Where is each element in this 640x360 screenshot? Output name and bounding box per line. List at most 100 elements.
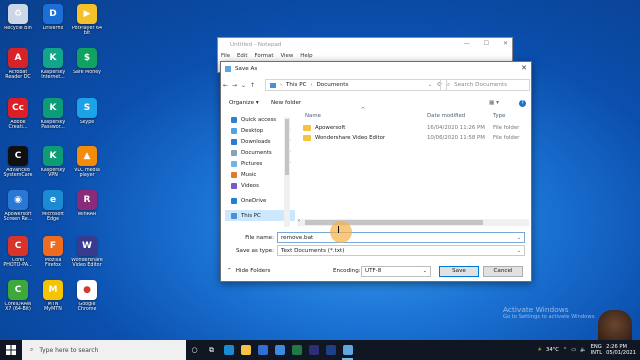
save-as-type-select[interactable]: Text Documents (*.txt) ⌄ (277, 245, 525, 256)
app-icon: K (43, 146, 63, 166)
organize-menu[interactable]: Organize ▾ (229, 100, 259, 106)
address-bar[interactable]: › This PC › Documents ⌄ ⟳ (265, 79, 447, 91)
dialog-title: Save As (235, 65, 258, 72)
up-arrow-icon[interactable]: ↑ (248, 82, 257, 89)
mail-taskbar-icon[interactable] (271, 340, 288, 360)
clock[interactable]: 2:26 PM 05/01/2021 (606, 344, 636, 356)
column-name[interactable]: Name (305, 113, 321, 119)
close-icon[interactable]: ✕ (503, 40, 508, 47)
desktop-icon[interactable]: C CorelDRAW X7 (64-Bit) (2, 278, 34, 318)
photoshop-2-icon (325, 345, 336, 355)
photoshop-taskbar-icon[interactable] (305, 340, 322, 360)
recent-locations-icon[interactable]: ⌄ (239, 82, 248, 89)
network-icon[interactable]: ▭ (571, 347, 576, 353)
excel-taskbar-icon[interactable] (288, 340, 305, 360)
dialog-close-icon[interactable]: ✕ (521, 64, 527, 72)
column-date-modified[interactable]: Date modified (427, 113, 465, 119)
cortana-taskbar-icon[interactable]: ○ (186, 340, 203, 360)
activate-windows-watermark: Activate Windows Go to Settings to activ… (503, 305, 596, 320)
scroll-left-icon[interactable]: ‹ (298, 218, 300, 224)
photoshop-2-taskbar-icon[interactable] (322, 340, 339, 360)
desktop-icon[interactable]: K Kaspersky Passwor... (37, 96, 69, 136)
desktop-icon[interactable]: S Skype (71, 96, 103, 136)
volume-icon[interactable]: 🔈 (580, 347, 586, 353)
store-taskbar-icon[interactable] (254, 340, 271, 360)
desktop-icon-label: Wondershare Video Editor (71, 258, 103, 269)
desktop-icon[interactable]: F Mozilla Firefox (37, 234, 69, 274)
desktop-icon[interactable]: ◉ Apowersoft Screen Re... (2, 188, 34, 228)
weather-temp[interactable]: 34°C (546, 347, 559, 353)
desktop-icon[interactable]: Cc Adobe Creati... (2, 96, 34, 136)
cancel-button[interactable]: Cancel (483, 265, 523, 277)
desktop-icon[interactable]: ♻ Recycle Bin (2, 2, 34, 42)
chevron-down-icon[interactable]: ⌄ (428, 82, 432, 88)
desktop-icon[interactable]: $ Safe Money (71, 46, 103, 86)
language-indicator[interactable]: ENG INTL (591, 344, 602, 356)
minimize-icon[interactable]: — (464, 40, 470, 47)
breadcrumb-this-pc[interactable]: This PC (286, 82, 307, 88)
menu-file[interactable]: File (221, 53, 230, 59)
search-documents-input[interactable]: ⌕ Search Documents (440, 79, 530, 91)
menu-help[interactable]: Help (300, 53, 312, 59)
desktop-icon-label: PotPlayer 64 bit (71, 26, 103, 37)
encoding-select[interactable]: UTF-8 ⌄ (361, 265, 431, 277)
menu-format[interactable]: Format (254, 53, 273, 59)
edge-taskbar-icon[interactable] (220, 340, 237, 360)
chevron-down-icon[interactable]: ⌄ (517, 235, 521, 241)
desktop-icon[interactable]: M MTN MyMTN (37, 278, 69, 318)
desktop-icon-label: Mozilla Firefox (44, 258, 62, 269)
desktop-icon[interactable]: ● Google Chrome (71, 278, 103, 318)
menu-view[interactable]: View (280, 53, 293, 59)
app-icon: ● (77, 280, 97, 300)
file-name-input[interactable]: remove.bat ⌄ (277, 232, 525, 243)
view-options-icon[interactable]: ▦ ▾ (489, 100, 499, 106)
desktop-icon[interactable]: C Advanced SystemCare (2, 144, 34, 184)
desktop-icon[interactable]: e Microsoft Edge (37, 188, 69, 228)
app-icon: C (8, 146, 28, 166)
forward-arrow-icon[interactable]: → (230, 82, 239, 89)
file-list: Name ^ Date modified Type Apowersoft 16/0… (297, 107, 529, 219)
save-button[interactable]: Save (439, 265, 479, 277)
hide-folders-toggle[interactable]: ⌃ Hide Folders (227, 268, 270, 274)
help-icon[interactable]: ? (519, 99, 526, 107)
app-icon: D (43, 4, 63, 24)
desktop-icon[interactable]: K Kaspersky VPN (37, 144, 69, 184)
desktop-icon[interactable]: A Acrobat Reader DC (2, 46, 34, 86)
taskbar-search-box[interactable]: ⌕ Type here to search (22, 340, 186, 360)
file-explorer-taskbar-icon[interactable] (237, 340, 254, 360)
notepad-taskbar-icon[interactable] (339, 340, 356, 360)
column-type[interactable]: Type (493, 113, 505, 119)
desktop-icon[interactable]: D Driverfix (37, 2, 69, 42)
chevron-up-icon: ⌃ (227, 268, 232, 274)
desktop-icon[interactable]: ▲ VLC media player (71, 144, 103, 184)
file-row[interactable]: Apowersoft 16/04/2020 11:26 PM File folder (297, 123, 529, 133)
menu-edit[interactable]: Edit (237, 53, 247, 59)
start-button[interactable] (0, 340, 22, 360)
chevron-right-icon: › (280, 82, 282, 88)
desktop-icon[interactable]: ▶ PotPlayer 64 bit (71, 2, 103, 42)
desktop-icon[interactable]: K Kaspersky Internet... (37, 46, 69, 86)
app-icon: K (43, 98, 63, 118)
back-arrow-icon[interactable]: ← (221, 82, 230, 89)
chevron-right-icon: › (310, 82, 313, 88)
tray-chevron-icon[interactable]: ⌃ (563, 347, 567, 353)
encoding-label: Encoding: (333, 268, 361, 274)
desktop-icon[interactable]: W Wondershare Video Editor (71, 234, 103, 274)
navigation-pane-scrollbar[interactable] (284, 117, 290, 227)
app-icon: C (8, 280, 28, 300)
nav-item-label: Desktop (241, 127, 264, 134)
new-folder-button[interactable]: New folder (271, 100, 301, 106)
app-icon: C (8, 236, 28, 256)
scrollbar-thumb[interactable] (285, 119, 289, 175)
file-row[interactable]: Wondershare Video Editor 10/06/2020 11:58… (297, 133, 529, 143)
maximize-icon[interactable]: ☐ (484, 40, 489, 47)
folder-icon (231, 160, 237, 167)
task-view-taskbar-icon[interactable]: ⧉ (203, 340, 220, 360)
desktop-icon[interactable]: R WinRAR (71, 188, 103, 228)
chevron-down-icon[interactable]: ⌄ (517, 248, 521, 254)
desktop-icon-label: Safe Money (72, 70, 102, 75)
desktop-icon[interactable]: C Corel PHOTO-PA... (2, 234, 34, 274)
folder-icon (231, 138, 237, 145)
chevron-down-icon[interactable]: ⌄ (423, 268, 427, 274)
breadcrumb-documents[interactable]: Documents (317, 82, 349, 88)
